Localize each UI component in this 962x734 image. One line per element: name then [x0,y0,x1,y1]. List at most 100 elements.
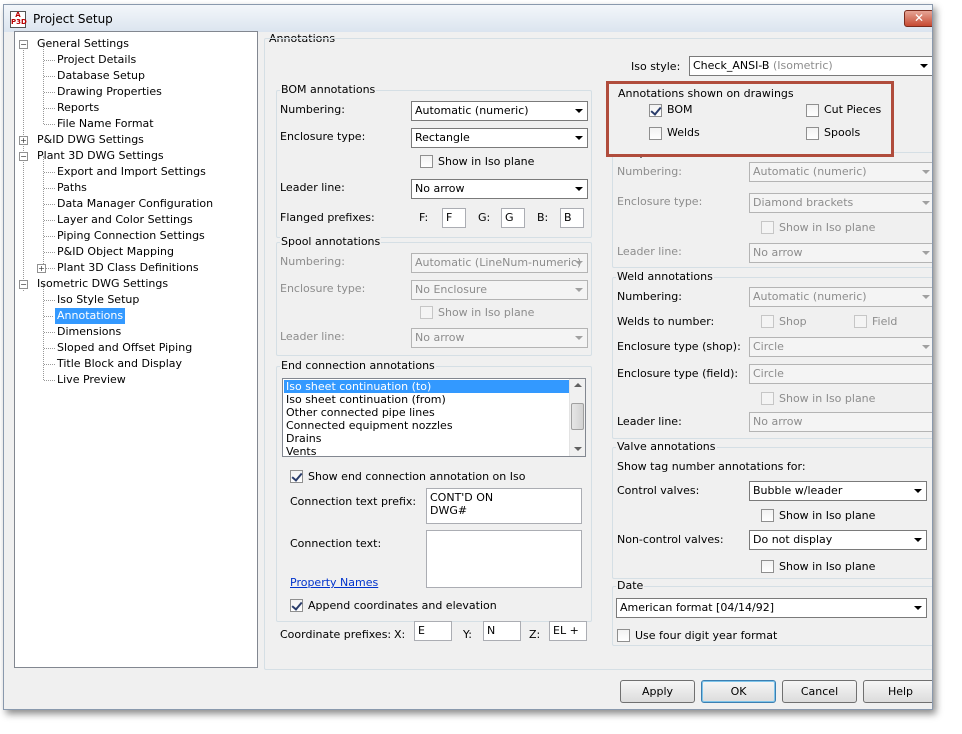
spool-show-iso-checkbox[interactable] [420,306,433,319]
bom-leader-combo[interactable]: No arrow [411,179,588,199]
collapse-icon[interactable]: − [19,40,28,49]
connection-text-label: Connection text: [290,537,382,550]
tree-item[interactable]: Database Setup [57,68,145,84]
y-prefix-input[interactable]: N [483,621,521,641]
weld-field-checkbox[interactable] [854,315,867,328]
show-end-connection-checkbox[interactable] [290,470,303,483]
close-button[interactable]: ✕ [904,10,932,27]
scroll-down-icon[interactable] [574,447,582,451]
spool-numbering-combo[interactable]: Automatic (LineNum-numeric) [411,253,588,273]
shop-enclosure-combo[interactable]: Circle [749,337,932,357]
bom-show-iso-checkbox[interactable] [420,155,433,168]
tree-item[interactable]: Isometric DWG Settings [37,276,168,292]
control-show-iso-label: Show in Iso plane [779,509,876,522]
connection-text-textarea[interactable] [426,530,582,588]
spools-shown-checkbox[interactable] [806,127,819,140]
list-item[interactable]: Drains [284,432,569,445]
cut-enclosure-combo[interactable]: Diamond brackets [749,193,932,213]
end-connection-group-title: End connection annotations [280,359,436,372]
f-prefix-input[interactable]: F [442,208,466,228]
expand-icon[interactable]: + [37,264,46,273]
cut-numbering-combo[interactable]: Automatic (numeric) [749,162,932,182]
tree-item[interactable]: Export and Import Settings [57,164,206,180]
cancel-button[interactable]: Cancel [782,680,857,703]
welds-shown-checkbox[interactable] [649,127,662,140]
property-names-link[interactable]: Property Names [290,576,378,589]
spool-group-title: Spool annotations [280,235,382,248]
tree-item[interactable]: P&ID Object Mapping [57,244,174,260]
cut-leader-combo[interactable]: No arrow [749,243,932,263]
noncontrol-valves-combo[interactable]: Do not display [749,530,927,550]
tree-item[interactable]: Plant 3D DWG Settings [37,148,164,164]
b-prefix-label: B: [537,211,549,224]
list-item[interactable]: Vents [284,445,569,456]
list-item[interactable]: Iso sheet continuation (from) [284,393,569,406]
scroll-up-icon[interactable] [574,383,582,387]
tree-item[interactable]: Paths [57,180,87,196]
x-prefix-input[interactable]: E [414,621,452,641]
four-digit-year-checkbox[interactable] [617,629,630,642]
list-scrollbar[interactable] [569,379,585,456]
bom-enclosure-combo[interactable]: Rectangle [411,128,588,148]
tree-item[interactable]: Title Block and Display [57,356,182,372]
connection-prefix-textarea[interactable]: CONT'D ON DWG# [426,488,582,524]
collapse-icon[interactable]: − [19,152,28,161]
chevron-down-icon [575,288,583,292]
show-tag-label: Show tag number annotations for: [617,460,806,473]
tree-item[interactable]: Dimensions [57,324,121,340]
list-item[interactable]: Iso sheet continuation (to) [284,380,569,393]
cut-enclosure-value: Diamond brackets [753,196,854,209]
weld-leader-combo[interactable]: No arrow [749,412,932,432]
spool-numbering-value: Automatic (LineNum-numeric) [415,256,582,269]
spool-leader-combo[interactable]: No arrow [411,328,588,348]
iso-style-combo[interactable]: Check_ANSI-B (Isometric) [689,56,932,76]
apply-button[interactable]: Apply [620,680,695,703]
tree-item[interactable]: File Name Format [57,116,154,132]
tree-item[interactable]: Data Manager Configuration [57,196,213,212]
collapse-icon[interactable]: − [19,280,28,289]
tree-item[interactable]: P&ID DWG Settings [37,132,144,148]
help-button[interactable]: Help [863,680,932,703]
bom-shown-checkbox[interactable] [649,104,662,117]
tree-branch-line [44,124,55,125]
control-valves-combo[interactable]: Bubble w/leader [749,481,927,501]
tree-item[interactable]: Annotations [55,308,126,324]
chevron-down-icon [922,170,930,174]
spool-enclosure-combo[interactable]: No Enclosure [411,280,588,300]
ok-button[interactable]: OK [701,680,776,703]
b-prefix-input[interactable]: B [560,208,584,228]
tree-item[interactable]: Plant 3D Class Definitions [57,260,199,276]
weld-shop-checkbox[interactable] [761,315,774,328]
tree-item[interactable]: Drawing Properties [57,84,162,100]
tree-item[interactable]: General Settings [37,36,129,52]
title-bar: A P3D Project Setup ✕ [4,5,932,32]
z-prefix-input[interactable]: EL + [549,621,587,641]
tree-item[interactable]: Sloped and Offset Piping [57,340,192,356]
bom-numbering-combo[interactable]: Automatic (numeric) [411,101,588,121]
cut-pieces-shown-checkbox[interactable] [806,104,819,117]
spools-shown-label: Spools [824,126,861,139]
weld-numbering-label: Numbering: [617,290,682,303]
weld-numbering-combo[interactable]: Automatic (numeric) [749,287,932,307]
scroll-thumb[interactable] [571,403,584,430]
control-show-iso-checkbox[interactable] [761,509,774,522]
tree-item[interactable]: Project Details [57,52,136,68]
g-prefix-input[interactable]: G [501,208,525,228]
tree-item[interactable]: Layer and Color Settings [57,212,193,228]
field-enclosure-combo[interactable]: Circle [749,364,932,384]
list-item[interactable]: Other connected pipe lines [284,406,569,419]
list-item[interactable]: Connected equipment nozzles [284,419,569,432]
settings-tree[interactable]: − General Settings Project Details Database… [14,31,258,668]
date-format-combo[interactable]: American format [04/14/92] [616,598,927,618]
append-coordinates-checkbox[interactable] [290,599,303,612]
tree-item[interactable]: Iso Style Setup [57,292,139,308]
tree-item[interactable]: Live Preview [57,372,126,388]
tree-item[interactable]: Piping Connection Settings [57,228,205,244]
tree-branch-line [44,108,55,109]
tree-item[interactable]: Reports [57,100,99,116]
expand-icon[interactable]: + [19,136,28,145]
weld-show-iso-checkbox[interactable] [761,392,774,405]
end-connection-list[interactable]: Iso sheet continuation (to) Iso sheet con… [282,378,586,457]
cut-show-iso-checkbox[interactable] [761,221,774,234]
noncontrol-show-iso-checkbox[interactable] [761,560,774,573]
